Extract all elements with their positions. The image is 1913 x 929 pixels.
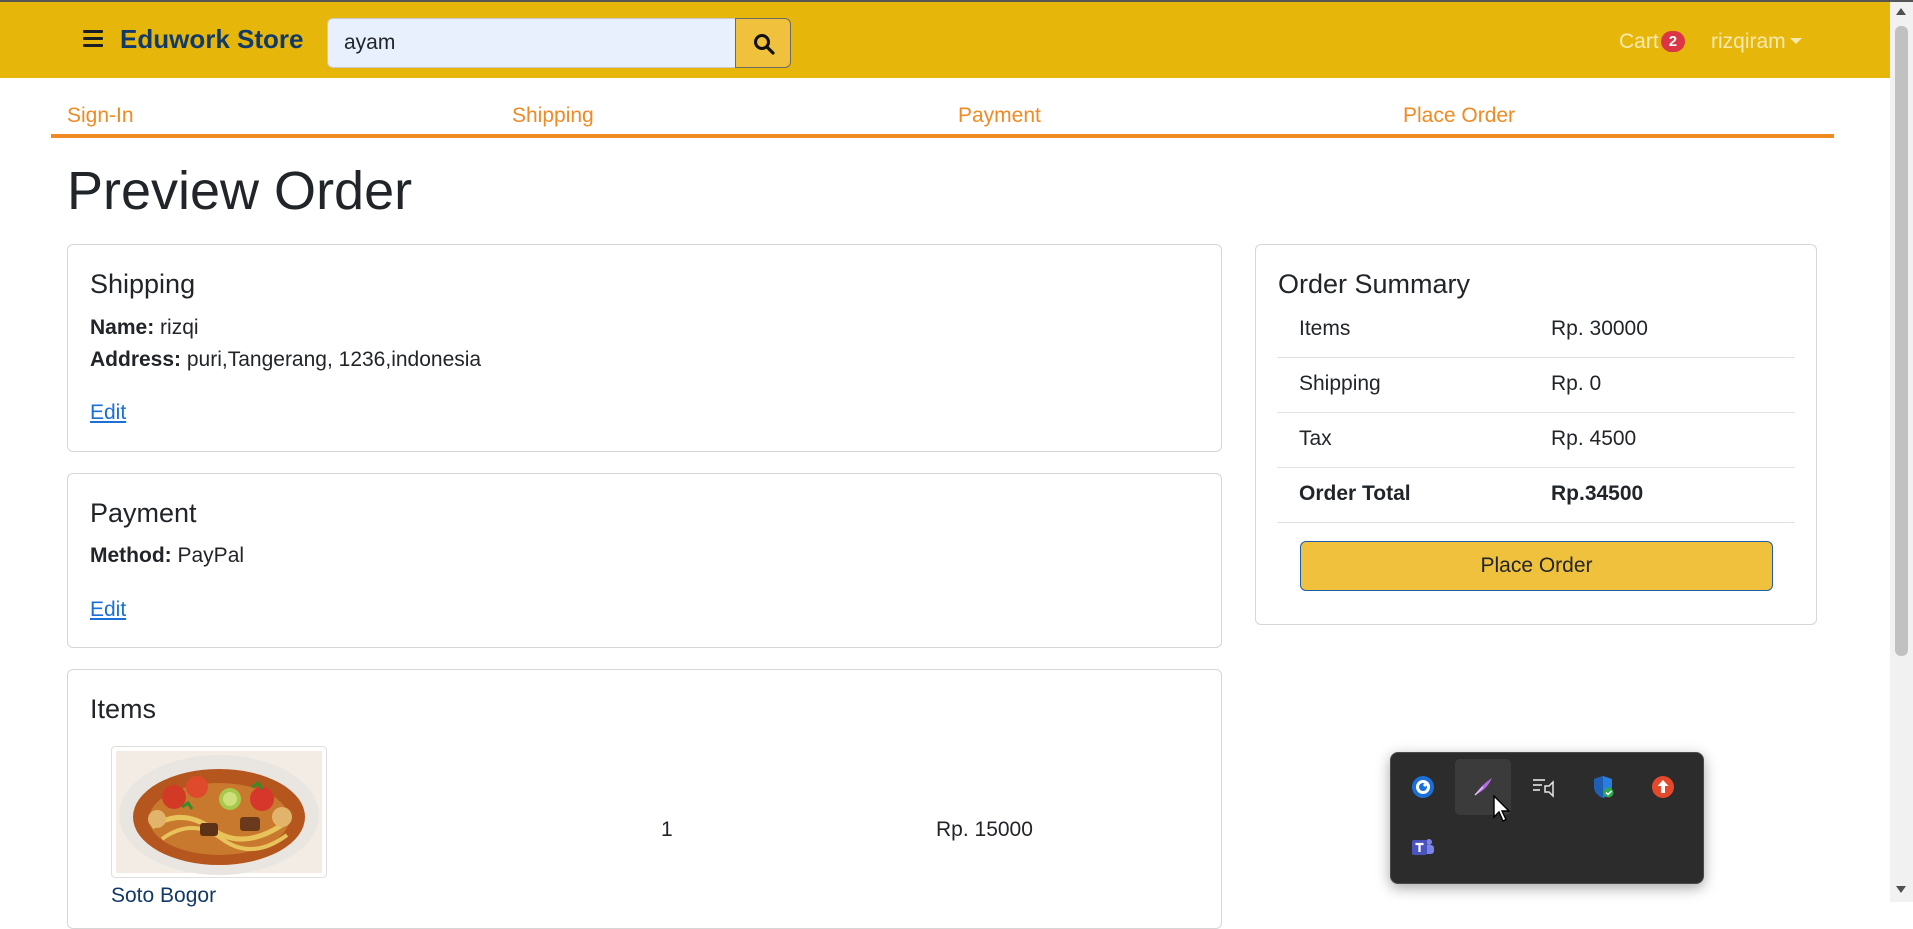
place-order-button[interactable]: Place Order	[1300, 541, 1773, 591]
step-sign-in[interactable]: Sign-In	[67, 104, 134, 128]
cart-link[interactable]: Cart 2	[1619, 30, 1686, 54]
brand-logo[interactable]: Eduwork Store	[120, 24, 303, 55]
system-tray-overflow	[1390, 752, 1704, 884]
shipping-card: Shipping Name: rizqi Address: puri,Tange…	[67, 244, 1222, 452]
shipping-name: Name: rizqi	[90, 316, 199, 340]
summary-row-items: Items Rp. 30000	[1277, 302, 1795, 358]
summary-shipping-value: Rp. 0	[1551, 372, 1602, 395]
product-image-soto-bogor[interactable]	[111, 746, 327, 878]
summary-shipping-label: Shipping	[1299, 372, 1381, 395]
user-menu-dropdown[interactable]: rizqiram	[1711, 30, 1802, 54]
step-place-order[interactable]: Place Order	[1403, 104, 1515, 128]
teams-icon[interactable]	[1395, 819, 1451, 875]
item-name-link[interactable]: Soto Bogor	[111, 884, 216, 908]
order-summary-heading: Order Summary	[1278, 269, 1471, 299]
item-price: Rp. 15000	[936, 818, 1033, 841]
payment-card: Payment Method: PayPal Edit	[67, 473, 1222, 648]
shipping-address-label: Address:	[90, 348, 182, 371]
cart-count-badge: 2	[1660, 31, 1686, 52]
checkout-steps: Sign-In Shipping Payment Place Order	[51, 98, 1834, 138]
caret-down-icon	[1789, 38, 1802, 44]
summary-row-total: Order Total Rp.34500	[1277, 467, 1795, 523]
summary-total-label: Order Total	[1299, 482, 1411, 505]
menu-icon[interactable]	[83, 30, 103, 48]
summary-items-label: Items	[1299, 317, 1351, 340]
steam-icon[interactable]	[1395, 759, 1451, 815]
scroll-up-arrow-icon[interactable]	[1896, 8, 1906, 15]
summary-row-shipping: Shipping Rp. 0	[1277, 357, 1795, 413]
update-icon[interactable]	[1635, 759, 1691, 815]
shipping-address-value: puri,Tangerang, 1236,indonesia	[186, 348, 482, 371]
summary-tax-value: Rp. 4500	[1551, 427, 1637, 450]
audio-output-icon[interactable]	[1515, 759, 1571, 815]
scrollbar-thumb[interactable]	[1895, 26, 1908, 656]
summary-row-tax: Tax Rp. 4500	[1277, 412, 1795, 468]
search-input[interactable]	[327, 18, 737, 68]
shipping-address: Address: puri,Tangerang, 1236,indonesia	[90, 348, 481, 372]
payment-heading: Payment	[90, 498, 197, 528]
cart-label: Cart	[1619, 30, 1659, 53]
summary-total-value: Rp.34500	[1551, 482, 1644, 505]
navbar: Eduwork Store Cart2 rizqiram	[0, 2, 1890, 78]
step-shipping[interactable]: Shipping	[512, 104, 594, 128]
shipping-name-value: rizqi	[160, 316, 199, 339]
page-title: Preview Order	[67, 161, 413, 221]
shipping-edit-link[interactable]: Edit	[90, 401, 126, 425]
shipping-name-label: Name:	[90, 316, 155, 339]
summary-items-value: Rp. 30000	[1551, 317, 1648, 340]
payment-method-label: Method:	[90, 544, 172, 567]
search-icon	[754, 34, 775, 55]
payment-method: Method: PayPal	[90, 544, 244, 568]
payment-method-value: PayPal	[177, 544, 245, 567]
user-name: rizqiram	[1711, 30, 1786, 53]
items-heading: Items	[90, 694, 157, 724]
summary-tax-label: Tax	[1299, 427, 1332, 450]
search-button[interactable]	[735, 18, 791, 68]
order-summary-card: Order Summary Items Rp. 30000 Shipping R…	[1255, 244, 1817, 625]
page-scrollbar[interactable]	[1890, 2, 1913, 902]
mouse-pointer-icon	[1493, 795, 1511, 822]
windows-security-icon[interactable]	[1575, 759, 1631, 815]
scroll-down-arrow-icon[interactable]	[1896, 886, 1906, 893]
shipping-heading: Shipping	[90, 269, 196, 299]
payment-edit-link[interactable]: Edit	[90, 598, 126, 622]
item-quantity: 1	[661, 818, 673, 841]
step-payment[interactable]: Payment	[958, 104, 1041, 128]
